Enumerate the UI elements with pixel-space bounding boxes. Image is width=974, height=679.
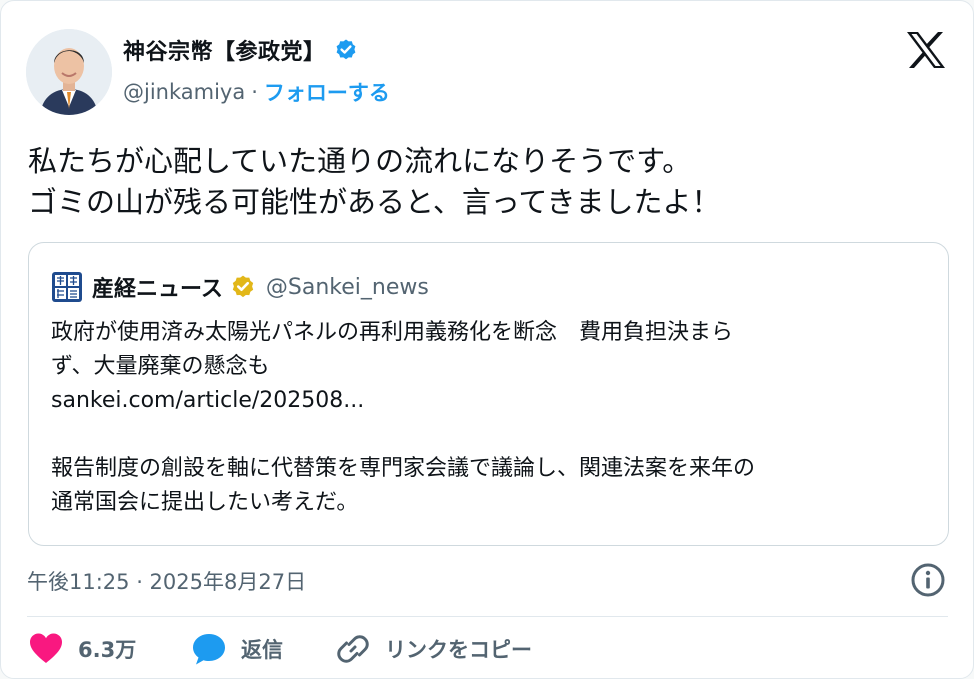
tweet-text-line: ゴミの山が残る可能性があると、言ってきましたよ！ <box>28 185 721 219</box>
quoted-text-line: ず、大量廃棄の懸念も <box>51 354 270 379</box>
reply-label: 返信 <box>241 638 283 662</box>
gold-verified-badge-icon <box>232 275 254 298</box>
verified-badge-icon[interactable] <box>334 38 358 62</box>
avatar-photo <box>26 29 112 115</box>
avatar[interactable] <box>26 29 112 115</box>
reply-button[interactable]: 返信 <box>191 631 283 667</box>
speech-bubble-icon <box>193 634 225 665</box>
tweet-embed-card: 神谷宗幣【参政党】 @jinkamiya · フォローする 私たちが心配していた… <box>0 0 974 679</box>
author-name-row: 神谷宗幣【参政党】 <box>123 34 358 66</box>
sankei-logo-icon[interactable] <box>52 272 82 302</box>
quoted-tweet-text: 政府が使用済み太陽光パネルの再利用義務化を断念 費用負担決まら ず、大量廃棄の懸… <box>51 316 911 520</box>
copy-link-label: リンクをコピー <box>385 638 532 662</box>
quoted-text-line: 報告制度の創設を軸に代替策を専門家会議で議論し、関連法案を来年の <box>51 456 756 481</box>
quoted-link[interactable]: sankei.com/article/202508... <box>51 384 911 418</box>
info-icon[interactable] <box>909 561 947 599</box>
divider <box>27 616 948 617</box>
link-icon <box>337 635 369 663</box>
quoted-tweet[interactable]: 産経ニュース @Sankei_news 政府が使用済み太陽光パネルの再利用義務化… <box>28 242 949 546</box>
separator-dot: · <box>251 80 258 104</box>
x-logo-icon[interactable] <box>905 31 947 69</box>
author-handle-row: @jinkamiya · フォローする <box>123 77 390 107</box>
quoted-tweet-header: 産経ニュース @Sankei_news <box>52 271 429 303</box>
like-button[interactable]: 6.3万 <box>28 631 136 667</box>
author-name[interactable]: 神谷宗幣【参政党】 <box>123 34 326 66</box>
tweet-timestamp[interactable]: 午後11:25 · 2025年8月27日 <box>27 566 306 596</box>
quoted-author-handle: @Sankei_news <box>265 274 429 300</box>
like-count: 6.3万 <box>78 638 137 662</box>
follow-button[interactable]: フォローする <box>264 77 390 107</box>
tweet-text: 私たちが心配していた通りの流れになりそうです。 ゴミの山が残る可能性があると、言… <box>28 141 948 223</box>
copy-link-button[interactable]: リンクをコピー <box>335 631 532 667</box>
heart-icon <box>30 633 62 663</box>
author-handle[interactable]: @jinkamiya <box>123 80 245 104</box>
quoted-author-name: 産経ニュース <box>92 277 223 302</box>
quoted-text-spacer <box>51 418 911 452</box>
tweet-text-line: 私たちが心配していた通りの流れになりそうです。 <box>28 144 692 178</box>
quoted-text-line: 通常国会に提出したい考えだ。 <box>51 490 359 515</box>
quoted-text-line: 政府が使用済み太陽光パネルの再利用義務化を断念 費用負担決まら <box>51 320 734 345</box>
